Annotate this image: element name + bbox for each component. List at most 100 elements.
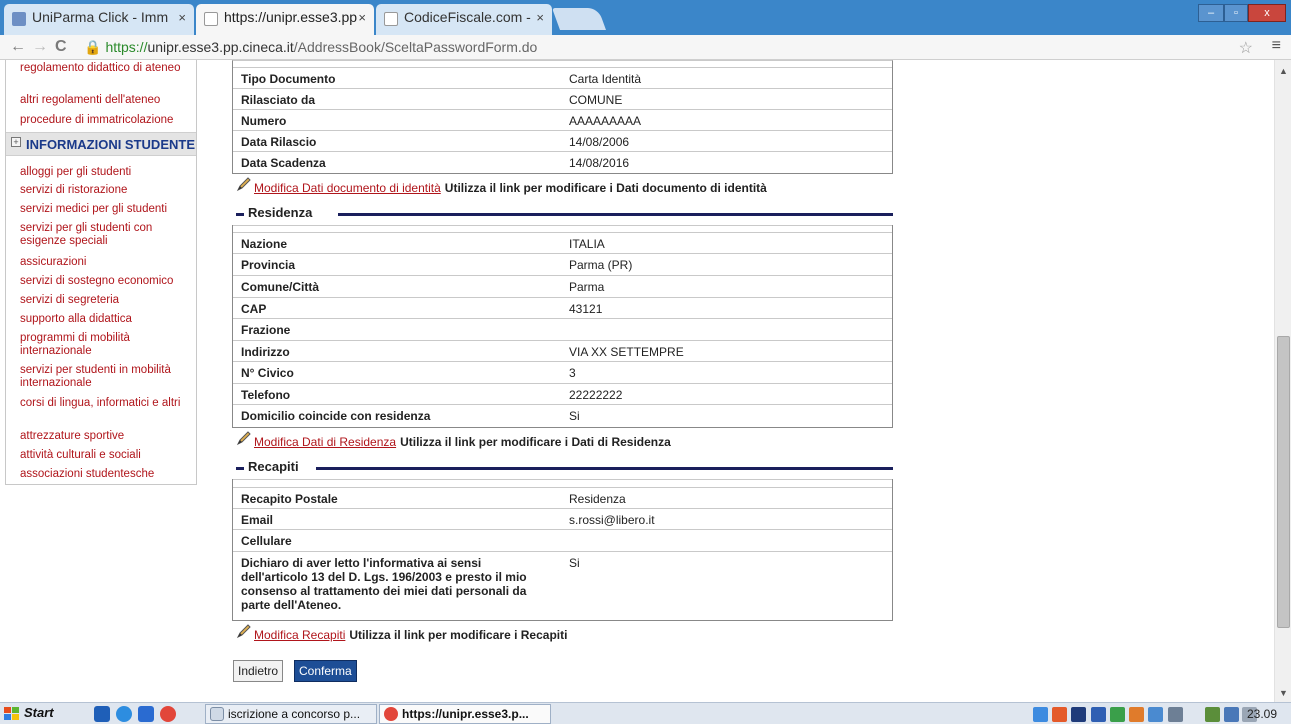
forward-arrow-icon[interactable]: →: [32, 38, 48, 56]
new-tab-button[interactable]: [551, 8, 607, 30]
table-row: Data Rilascio 14/08/2006: [233, 130, 892, 151]
chrome-icon[interactable]: [160, 706, 176, 722]
table-row: Frazione: [233, 318, 892, 340]
tray-battery-icon[interactable]: [1205, 707, 1220, 722]
sidebar-link-procedure-immatricolazione[interactable]: procedure di immatricolazione: [20, 114, 195, 127]
uniparma-favicon-icon: [12, 12, 26, 26]
modifica-residenza-link[interactable]: Modifica Dati di Residenza: [254, 435, 396, 449]
sidebar-link-attivita-culturali[interactable]: attività culturali e sociali: [20, 449, 195, 462]
sidebar-link-assicurazioni[interactable]: assicurazioni: [20, 256, 195, 269]
tray-ie-icon[interactable]: [1033, 707, 1048, 722]
url-host: unipr.esse3.pp.cineca.it: [147, 39, 294, 55]
table-row: Domicilio coincide con residenza Si: [233, 404, 892, 426]
sidebar-link-studenti-mobilita[interactable]: servizi per studenti in mobilità interna…: [20, 364, 195, 390]
sidebar-section-informazioni-studente[interactable]: + INFORMAZIONI STUDENTE: [6, 132, 196, 156]
browser-tab-esse3[interactable]: https://unipr.esse3.pp ×: [196, 4, 374, 35]
media-player-icon[interactable]: [138, 706, 154, 722]
browser-menu-icon[interactable]: ≡: [1272, 37, 1281, 55]
tab-close-icon[interactable]: ×: [178, 10, 186, 25]
page-favicon-icon: [204, 12, 218, 26]
modifica-recapiti-link[interactable]: Modifica Recapiti: [254, 628, 345, 642]
residenza-edit-hint: Utilizza il link per modificare i Dati d…: [400, 435, 671, 449]
url-path: /AddressBook/SceltaPasswordForm.do: [293, 39, 538, 55]
table-row: Telefono 22222222: [233, 383, 892, 404]
taskbar-item-iscrizione[interactable]: iscrizione a concorso p...: [205, 704, 377, 724]
page-scrollbar[interactable]: ▲ ▼: [1274, 60, 1291, 702]
windows-flag-icon: [4, 707, 19, 720]
sidebar: regolamento didattico di ateneo altri re…: [5, 60, 197, 485]
scroll-down-arrow-icon[interactable]: ▼: [1275, 688, 1291, 698]
residenza-table: Nazione ITALIA Provincia Parma (PR) Comune…: [232, 225, 893, 428]
residenza-section-header: Residenza: [232, 203, 893, 225]
sidebar-link-associazioni[interactable]: associazioni studentesche: [20, 468, 195, 481]
table-row: N° Civico 3: [233, 361, 892, 383]
pencil-icon: [236, 623, 254, 642]
browser-toolbar: ← → C 🔒 https://unipr.esse3.pp.cineca.it/…: [0, 35, 1291, 60]
lock-icon: 🔒: [84, 39, 102, 55]
maximize-button[interactable]: ▫: [1224, 4, 1248, 22]
internet-explorer-icon[interactable]: [116, 706, 132, 722]
back-arrow-icon[interactable]: ←: [10, 38, 26, 56]
documento-edit-line: Modifica Dati documento di identità Utili…: [236, 176, 767, 195]
tray-display-icon[interactable]: [1224, 707, 1239, 722]
tray-monitor-icon[interactable]: [1168, 707, 1183, 722]
sidebar-link-altri-regolamenti[interactable]: altri regolamenti dell'ateneo: [20, 94, 195, 107]
sidebar-link-corsi-lingua[interactable]: corsi di lingua, informatici e altri: [20, 397, 195, 410]
pencil-icon: [236, 430, 254, 449]
sidebar-link-attrezzature-sportive[interactable]: attrezzature sportive: [20, 430, 195, 443]
expand-icon[interactable]: +: [11, 137, 21, 147]
minimize-button[interactable]: –: [1198, 4, 1224, 22]
address-bar[interactable]: 🔒 https://unipr.esse3.pp.cineca.it/Addres…: [84, 37, 1250, 57]
browser-tab-codicefiscale[interactable]: CodiceFiscale.com - ×: [376, 4, 552, 35]
table-row: Numero AAAAAAAAA: [233, 109, 892, 130]
modifica-documento-link[interactable]: Modifica Dati documento di identità: [254, 181, 441, 195]
sidebar-link-servizi-medici[interactable]: servizi medici per gli studenti: [20, 203, 195, 216]
indietro-button[interactable]: Indietro: [233, 660, 284, 682]
start-label: Start: [24, 705, 54, 720]
taskbar-item-esse3[interactable]: https://unipr.esse3.p...: [379, 704, 551, 724]
sidebar-link-supporto-didattica[interactable]: supporto alla didattica: [20, 313, 195, 326]
desktop-quicklaunch-icon[interactable]: [94, 706, 110, 722]
sidebar-link-sostegno-economico[interactable]: servizi di sostegno economico: [20, 275, 195, 288]
start-button[interactable]: Start: [4, 705, 54, 723]
sidebar-link-esigenze-speciali[interactable]: servizi per gli studenti con esigenze sp…: [20, 222, 195, 248]
consent-label: Dichiaro di aver letto l'informativa ai …: [241, 556, 527, 612]
clock[interactable]: 23.09: [1247, 707, 1277, 721]
bookmark-star-icon[interactable]: ☆: [1239, 38, 1253, 58]
table-row: Comune/Città Parma: [233, 275, 892, 297]
sidebar-link-segreteria[interactable]: servizi di segreteria: [20, 294, 195, 307]
table-row: Cellulare: [233, 529, 892, 551]
url-scheme: https://: [105, 39, 148, 55]
conferma-button[interactable]: Conferma: [294, 660, 357, 682]
tray-audio-app-icon[interactable]: [1071, 707, 1086, 722]
reload-icon[interactable]: C: [55, 38, 67, 56]
table-row: Rilasciato da COMUNE: [233, 88, 892, 109]
sidebar-link-mobilita-internazionale[interactable]: programmi di mobilità internazionale: [20, 332, 195, 358]
tray-network-icon[interactable]: [1148, 707, 1163, 722]
browser-tab-uniparma[interactable]: UniParma Click - Imm ×: [4, 4, 194, 35]
tab-close-icon[interactable]: ×: [358, 10, 366, 25]
sidebar-link-alloggi[interactable]: alloggi per gli studenti: [20, 166, 195, 179]
table-row-consenso: Dichiaro di aver letto l'informativa ai …: [233, 551, 892, 621]
scrollbar-thumb[interactable]: [1277, 336, 1290, 628]
tray-app-icon[interactable]: [1052, 707, 1067, 722]
documento-table: Tipo Documento Carta Identità Rilasciato …: [232, 60, 893, 174]
tray-tools-icon[interactable]: [1129, 707, 1144, 722]
recapiti-edit-line: Modifica Recapiti Utilizza il link per mo…: [236, 623, 567, 642]
browser-tab-bar: UniParma Click - Imm × https://unipr.ess…: [0, 0, 1291, 35]
page-favicon-icon: [384, 12, 398, 26]
tray-n-icon[interactable]: [1091, 707, 1106, 722]
tray-chart-icon[interactable]: [1110, 707, 1125, 722]
scroll-up-arrow-icon[interactable]: ▲: [1275, 66, 1291, 76]
sidebar-link-ristorazione[interactable]: servizi di ristorazione: [20, 184, 195, 197]
table-row: Recapito Postale Residenza: [233, 487, 892, 508]
table-row: CAP 43121: [233, 297, 892, 318]
table-row: Email s.rossi@libero.it: [233, 508, 892, 529]
table-row: Provincia Parma (PR): [233, 253, 892, 275]
consent-value: Si: [569, 556, 580, 570]
pencil-icon: [236, 176, 254, 195]
tab-close-icon[interactable]: ×: [536, 10, 544, 25]
recapiti-table: Recapito Postale Residenza Email s.rossi@l…: [232, 479, 893, 621]
close-window-button[interactable]: x: [1248, 4, 1286, 22]
sidebar-link-regolamento-didattico[interactable]: regolamento didattico di ateneo: [20, 62, 195, 75]
